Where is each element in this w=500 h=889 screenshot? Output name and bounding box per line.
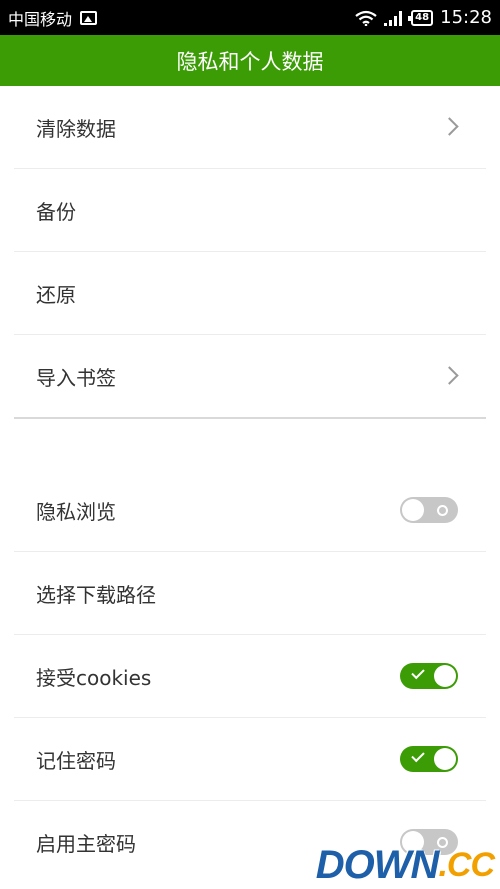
battery-icon: 48 <box>408 9 434 26</box>
signal-icon <box>384 10 403 26</box>
list-item-label: 导入书签 <box>36 366 116 390</box>
section-divider <box>14 417 486 419</box>
toggle-knob <box>434 748 456 770</box>
list-item-label: 接受cookies <box>36 666 152 690</box>
download-path-item[interactable]: 选择下载路径 <box>0 552 500 635</box>
list-item-label: 选择下载路径 <box>36 583 156 607</box>
private-browsing-item[interactable]: 隐私浏览 <box>0 469 500 552</box>
toggle-knob <box>434 665 456 687</box>
off-indicator-icon <box>437 505 448 516</box>
import-bookmarks-item[interactable]: 导入书签 <box>0 335 500 418</box>
list-item-label: 启用主密码 <box>36 832 136 856</box>
list-item-label: 备份 <box>36 200 76 224</box>
restore-item[interactable]: 还原 <box>0 252 500 335</box>
chevron-right-icon <box>440 366 459 385</box>
image-notification-icon <box>80 10 98 25</box>
wifi-icon <box>355 10 377 26</box>
list-item-label: 还原 <box>36 283 76 307</box>
clock: 15:28 <box>440 7 492 28</box>
remember-password-toggle[interactable] <box>400 746 458 772</box>
chevron-right-icon <box>440 117 459 136</box>
accept-cookies-item[interactable]: 接受cookies <box>0 635 500 718</box>
toggle-knob <box>402 499 424 521</box>
privacy-settings-list: 隐私浏览 选择下载路径 接受cookies 记住密码 启用主密码 <box>0 469 500 884</box>
watermark-suffix: .CC <box>438 845 495 884</box>
title-bar: 隐私和个人数据 <box>0 35 500 86</box>
list-item-label: 隐私浏览 <box>36 500 116 524</box>
carrier-label: 中国移动 <box>8 9 73 29</box>
watermark-main: DOWN <box>315 842 440 887</box>
clear-data-item[interactable]: 清除数据 <box>0 86 500 169</box>
site-watermark-logo: DOWN .CC <box>315 842 495 887</box>
remember-password-item[interactable]: 记住密码 <box>0 718 500 801</box>
list-item-label: 清除数据 <box>36 117 116 141</box>
list-item-label: 记住密码 <box>36 749 116 773</box>
status-bar: 中国移动 48 15:28 <box>0 0 500 35</box>
data-settings-list: 清除数据 备份 还原 导入书签 <box>0 86 500 418</box>
private-browsing-toggle[interactable] <box>400 497 458 523</box>
accept-cookies-toggle[interactable] <box>400 663 458 689</box>
check-icon <box>411 665 425 680</box>
backup-item[interactable]: 备份 <box>0 169 500 252</box>
page-title: 隐私和个人数据 <box>176 49 324 74</box>
check-icon <box>411 748 425 763</box>
